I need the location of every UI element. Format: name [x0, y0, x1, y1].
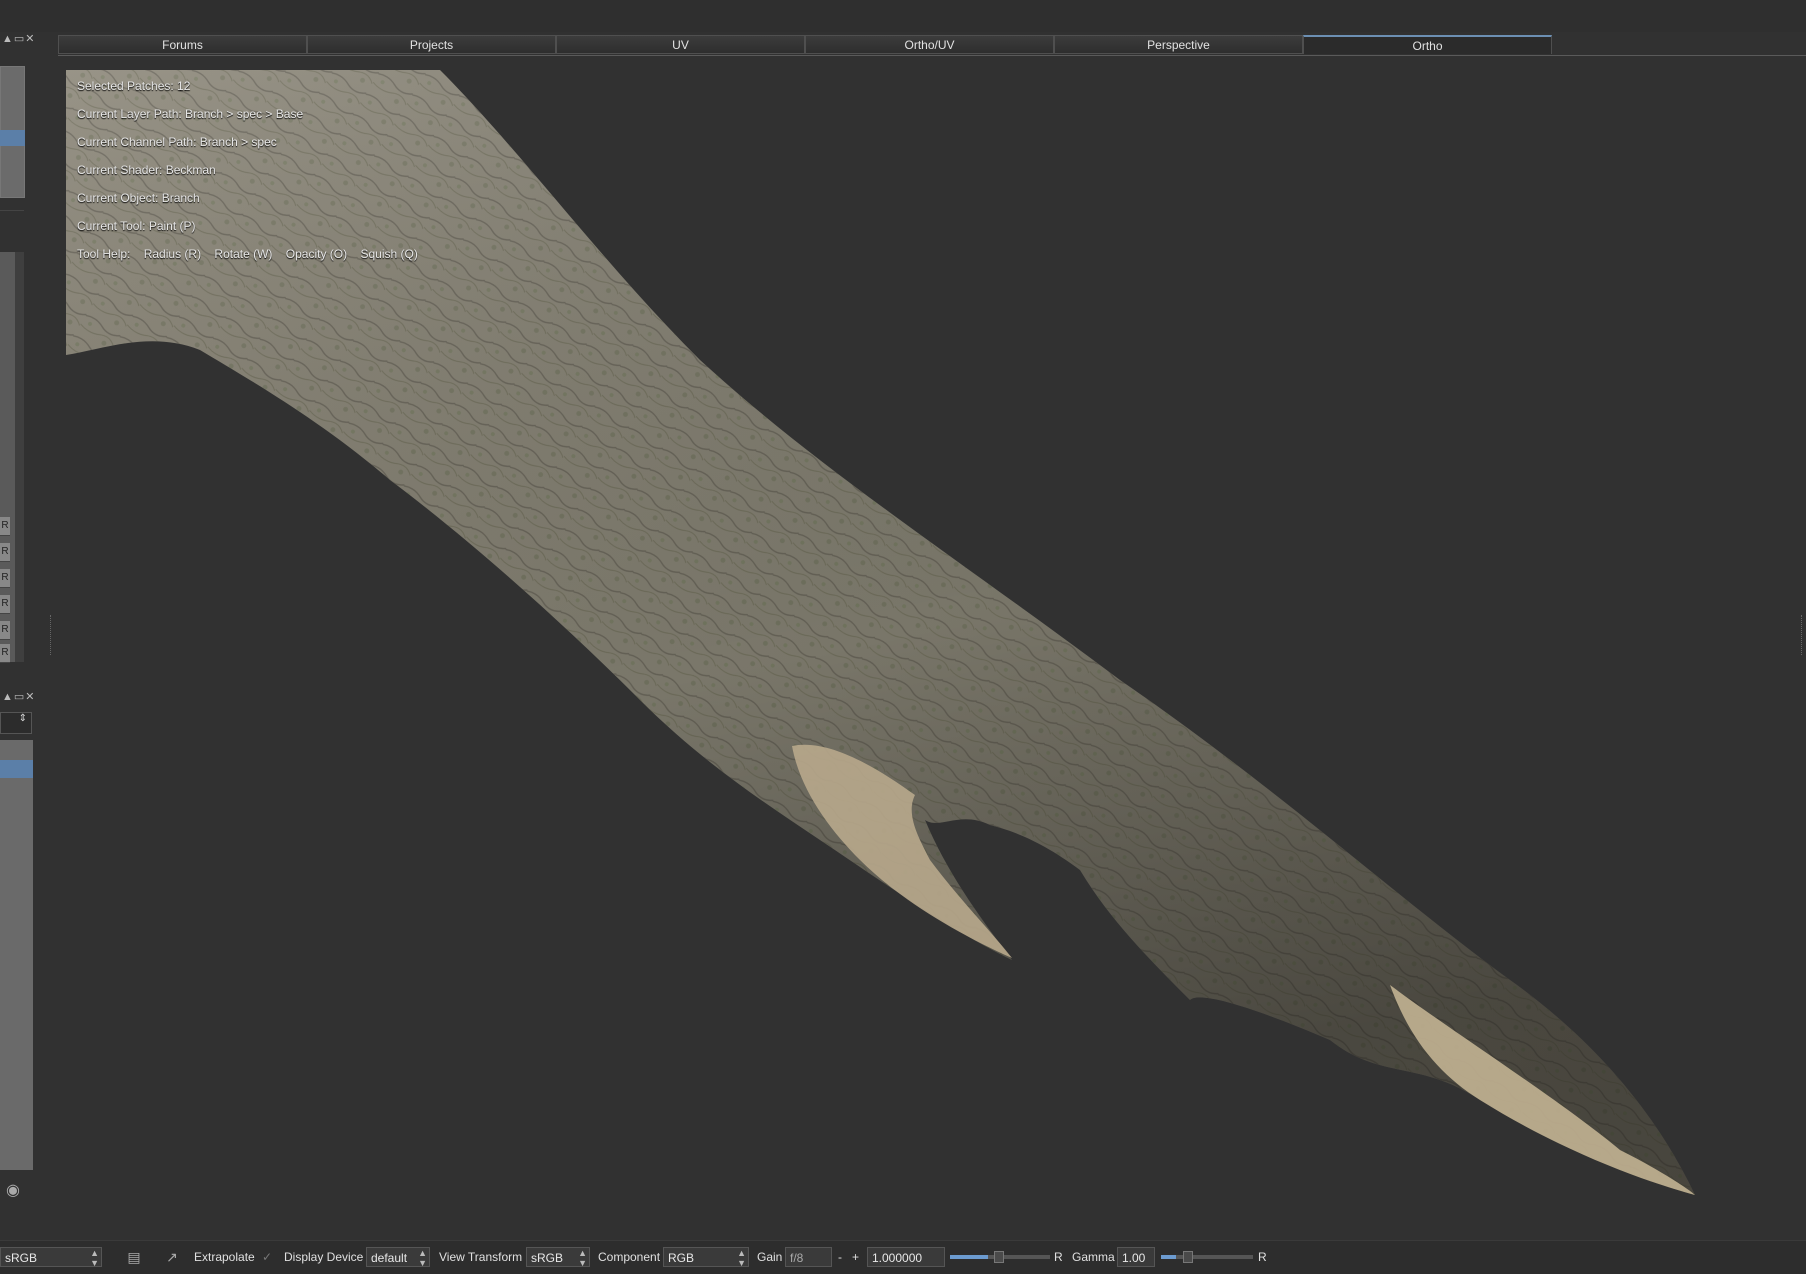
gain-label: Gain: [757, 1250, 783, 1264]
tab-projects[interactable]: Projects: [307, 35, 556, 54]
spinner-icon: ▲ ▼: [737, 1248, 746, 1268]
tab-forums[interactable]: Forums: [58, 35, 307, 54]
view-tab-bar: Forums Projects UV Ortho/UV Perspective …: [58, 35, 1806, 56]
left-layer-panel: R R R R R R: [0, 252, 24, 663]
left-list-selected-row[interactable]: [0, 130, 25, 146]
gain-fstop-field[interactable]: f/8: [785, 1247, 832, 1267]
snapshot-icon[interactable]: ▤: [124, 1247, 144, 1267]
left-panel-divider: [0, 210, 24, 211]
gain-plus-button[interactable]: +: [852, 1247, 859, 1267]
gain-slider[interactable]: [950, 1251, 1050, 1263]
panel-window-controls[interactable]: ▲▭✕: [2, 32, 36, 45]
view-transform-label: View Transform: [439, 1250, 523, 1264]
top-bar: [0, 0, 1806, 32]
gamma-slider[interactable]: [1161, 1251, 1253, 1263]
left-panel-scrollbar[interactable]: [15, 252, 24, 662]
left-lower-panel: [0, 740, 33, 1170]
gain-slider-fill: [950, 1255, 988, 1259]
shader-text: Current Shader: Beckman: [77, 163, 216, 177]
layer-row-r[interactable]: R: [0, 569, 10, 588]
layer-row-r[interactable]: R: [0, 543, 10, 562]
tab-ortho-uv[interactable]: Ortho/UV: [805, 35, 1054, 54]
object-text: Current Object: Branch: [77, 191, 200, 205]
layer-row-r[interactable]: R: [0, 517, 10, 536]
layer-row-r[interactable]: R: [0, 595, 10, 614]
display-device-label: Display Device: [284, 1250, 364, 1264]
left-dropdown[interactable]: ⇕: [0, 712, 32, 734]
tool-help-squish: Squish (Q): [360, 247, 418, 261]
channel-path-text: Current Channel Path: Branch > spec: [77, 135, 277, 149]
viewport-info-overlay: Selected Patches: 12 Current Layer Path:…: [77, 76, 428, 272]
layer-row-r[interactable]: R: [0, 644, 10, 663]
tool-help-line: Tool Help: Radius (R) Rotate (W) Opacity…: [77, 244, 428, 272]
panel-window-controls-lower[interactable]: ▲▭✕: [2, 690, 36, 703]
tool-help-radius: Radius (R): [143, 247, 202, 261]
tool-help-opacity: Opacity (O): [285, 247, 348, 261]
tab-ortho[interactable]: Ortho: [1303, 35, 1552, 54]
gain-minus-button[interactable]: -: [838, 1247, 842, 1267]
curve-icon[interactable]: ↗: [162, 1247, 182, 1267]
extrapolate-checkbox[interactable]: ✓: [262, 1247, 272, 1267]
tool-text: Current Tool: Paint (P): [77, 219, 196, 233]
tab-perspective[interactable]: Perspective: [1054, 35, 1303, 54]
colorspace-select[interactable]: sRGB ▲ ▼: [0, 1247, 102, 1268]
tool-help-rotate: Rotate (W): [214, 247, 273, 261]
eye-icon[interactable]: ◉: [6, 1180, 20, 1200]
gamma-slider-knob[interactable]: [1183, 1251, 1193, 1263]
spinner-icon: ▲ ▼: [418, 1248, 427, 1268]
panel-splitter-handle[interactable]: [50, 615, 54, 655]
extrapolate-label: Extrapolate: [194, 1250, 255, 1264]
view-transform-select[interactable]: sRGB ▲ ▼: [526, 1247, 590, 1268]
tab-uv[interactable]: UV: [556, 35, 805, 54]
colorspace-value: sRGB: [5, 1251, 38, 1265]
gamma-value-field[interactable]: 1.00: [1117, 1247, 1155, 1267]
layer-row-r[interactable]: R: [0, 621, 10, 640]
component-select[interactable]: RGB ▲ ▼: [663, 1247, 749, 1268]
component-label: Component: [598, 1250, 661, 1264]
tool-help-label: Tool Help:: [77, 247, 131, 261]
bottom-toolbar: sRGB ▲ ▼ ▤ ↗ Extrapolate ✓ Display Device…: [0, 1240, 1806, 1274]
display-device-select[interactable]: default ▲ ▼: [366, 1247, 430, 1268]
display-device-value: default: [371, 1251, 408, 1265]
gain-reset-button[interactable]: R: [1054, 1247, 1063, 1267]
gamma-reset-button[interactable]: R: [1258, 1247, 1267, 1267]
left-lower-selected-row[interactable]: [0, 760, 33, 778]
spinner-icon: ▲ ▼: [578, 1248, 587, 1268]
selected-patches-text: Selected Patches: 12: [77, 79, 191, 93]
gamma-slider-fill: [1161, 1255, 1176, 1259]
view-transform-value: sRGB: [531, 1251, 564, 1265]
layer-path-text: Current Layer Path: Branch > spec > Base: [77, 107, 304, 121]
spinner-icon: ▲ ▼: [90, 1248, 99, 1268]
gamma-label: Gamma: [1072, 1250, 1115, 1264]
gain-value-field[interactable]: 1.000000: [867, 1247, 945, 1267]
component-value: RGB: [668, 1251, 695, 1265]
gain-slider-knob[interactable]: [994, 1251, 1004, 1263]
